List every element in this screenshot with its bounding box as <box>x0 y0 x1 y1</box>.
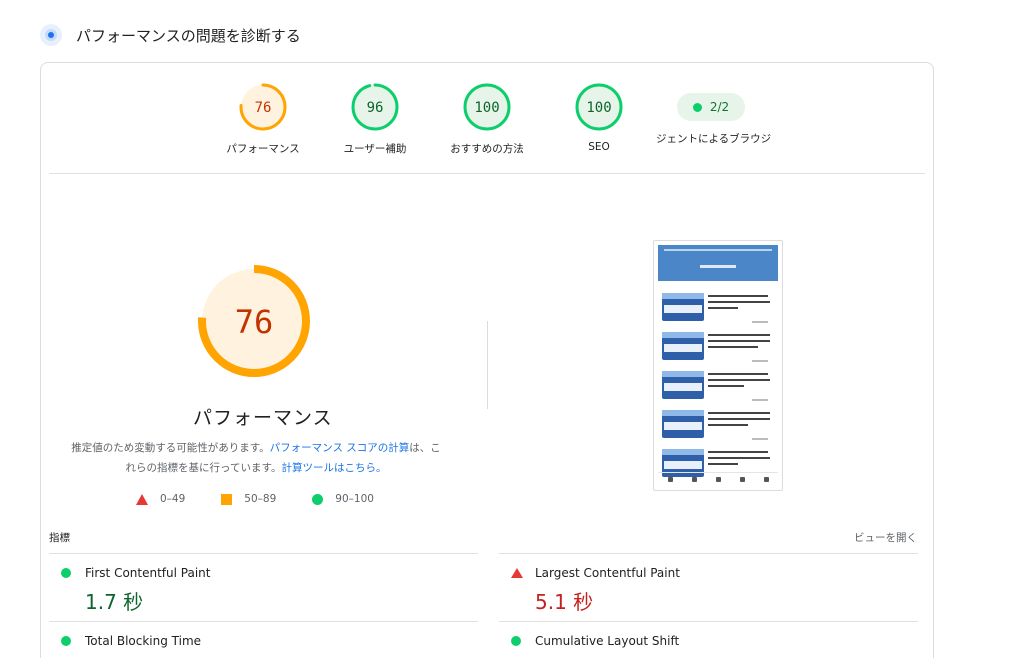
pass-dot-icon <box>692 102 702 112</box>
gauge-seo-score: 100 <box>586 100 611 116</box>
thumb-article <box>660 330 778 366</box>
agent-pill: 2/2 <box>677 93 745 121</box>
performance-title: パフォーマンス <box>193 407 333 429</box>
legend-fail-range: 0–49 <box>160 493 186 505</box>
agent-label: ジェントによるブラウジ <box>656 133 772 145</box>
section-title: パフォーマンスの問題を診断する <box>76 26 301 45</box>
average-square-icon <box>221 493 233 505</box>
fail-triangle-icon <box>136 493 148 505</box>
gauge-accessibility-label: ユーザー補助 <box>343 143 407 155</box>
legend-pass-range: 90–100 <box>335 493 374 505</box>
gauge-seo-label: SEO <box>588 141 610 153</box>
metrics-heading: 指標 <box>49 532 70 544</box>
divider <box>49 173 925 174</box>
performance-big-gauge: 76 <box>198 265 310 377</box>
thumb-bottom-nav <box>658 472 778 486</box>
calculator-link[interactable]: 計算ツールはこちら。 <box>281 462 386 474</box>
expand-view-button[interactable]: ビューを開く <box>854 530 917 545</box>
metric-lcp-name: Largest Contentful Paint <box>535 566 680 580</box>
metric-lcp-value: 5.1 秒 <box>535 590 594 614</box>
gauge-agent[interactable]: 2/2 ジェントによるブラウジ <box>656 83 772 146</box>
gauge-best-practices-score: 100 <box>474 100 499 116</box>
legend-fail: 0–49 <box>136 493 185 505</box>
gauge-performance-ring: 76 <box>239 83 287 131</box>
gauge-accessibility[interactable]: 96 ユーザー補助 <box>320 83 430 156</box>
fail-triangle-icon <box>511 568 523 578</box>
gauge-performance-label: パフォーマンス <box>226 143 300 155</box>
metrics-divider-right <box>499 553 918 554</box>
gauge-best-practices-ring: 100 <box>463 83 511 131</box>
metrics-row-divider-left <box>49 621 478 622</box>
performance-description: 推定値のため変動する可能性があります。パフォーマンス スコアの計算は、これらの指… <box>71 438 441 478</box>
report-card: 76 パフォーマンス 96 ユーザー補助 100 おすすめの方法 100 SEO… <box>40 62 934 658</box>
metric-cls: Cumulative Layout Shift <box>511 634 679 648</box>
gauge-best-practices-label: おすすめの方法 <box>450 143 524 155</box>
gauge-accessibility-ring: 96 <box>351 83 399 131</box>
pass-circle-icon <box>61 568 71 578</box>
performance-big-score: 76 <box>235 303 274 341</box>
legend-average-range: 50–89 <box>244 493 277 505</box>
metric-cls-name: Cumulative Layout Shift <box>535 634 680 648</box>
metric-lcp: Largest Contentful Paint 5.1 秒 <box>511 566 680 615</box>
gauge-performance-score: 76 <box>255 100 272 116</box>
score-legend: 0–49 50–89 90–100 <box>136 493 410 505</box>
legend-pass: 90–100 <box>312 493 374 505</box>
metrics-divider-left <box>49 553 478 554</box>
category-gauges: 76 パフォーマンス 96 ユーザー補助 100 おすすめの方法 100 SEO… <box>41 83 933 163</box>
metrics-row-divider-right <box>499 621 918 622</box>
thumb-site-header <box>658 245 778 281</box>
pass-circle-icon <box>312 493 324 505</box>
thumb-article <box>660 291 778 327</box>
pass-circle-icon <box>511 636 521 646</box>
metric-fcp: First Contentful Paint 1.7 秒 <box>61 566 210 615</box>
metric-fcp-value: 1.7 秒 <box>85 590 144 614</box>
section-header: パフォーマンスの問題を診断する <box>40 22 301 48</box>
page-screenshot-thumbnail[interactable] <box>653 240 783 491</box>
agent-score: 2/2 <box>709 100 730 114</box>
gauge-accessibility-score: 96 <box>367 100 384 116</box>
thumb-article <box>660 408 778 444</box>
thumb-article <box>660 369 778 405</box>
gauge-best-practices[interactable]: 100 おすすめの方法 <box>432 83 542 156</box>
legend-average: 50–89 <box>221 493 276 505</box>
vertical-divider <box>487 321 488 409</box>
metric-tbt: Total Blocking Time <box>61 634 201 648</box>
gauge-seo[interactable]: 100 SEO <box>544 83 654 153</box>
metric-fcp-name: First Contentful Paint <box>85 566 211 580</box>
desc-text-1: 推定値のため変動する可能性があります。 <box>71 442 270 454</box>
pass-circle-icon <box>61 636 71 646</box>
score-calc-link[interactable]: パフォーマンス スコアの計算 <box>270 442 410 454</box>
gauge-seo-ring: 100 <box>575 83 623 131</box>
gauge-performance[interactable]: 76 パフォーマンス <box>208 83 318 156</box>
diagnostic-icon <box>40 24 62 46</box>
metric-tbt-name: Total Blocking Time <box>85 634 202 648</box>
